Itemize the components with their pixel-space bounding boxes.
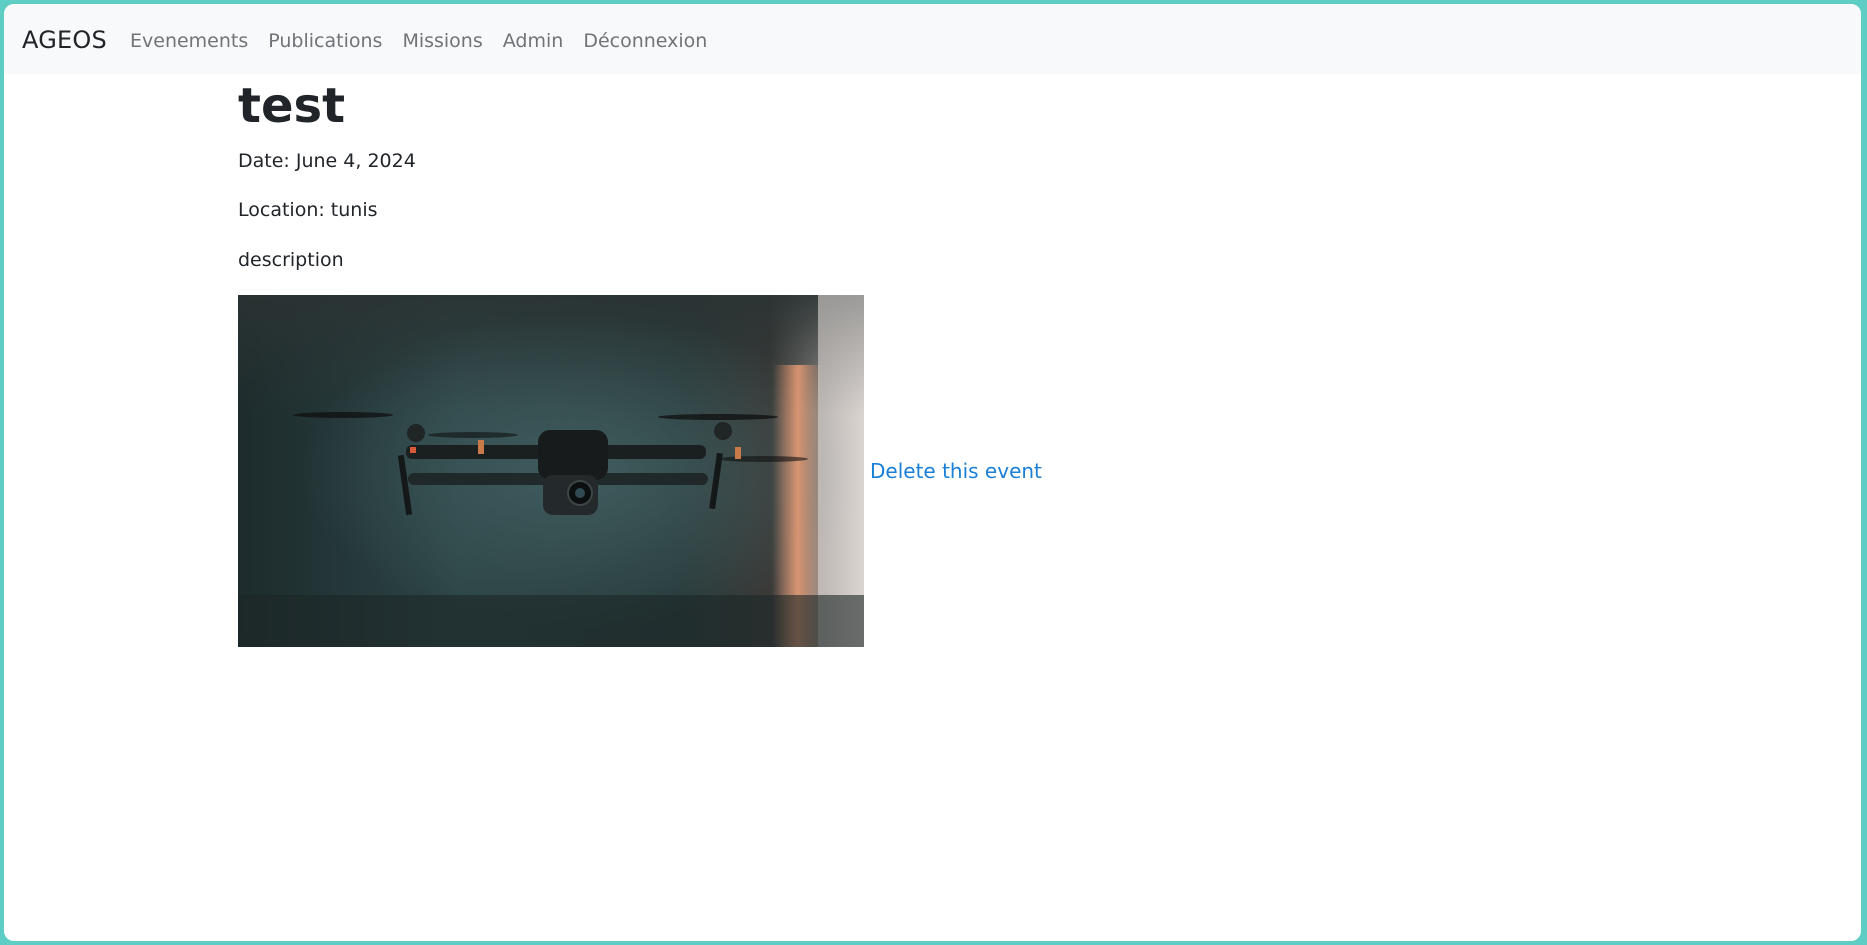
nav-link-admin[interactable]: Admin <box>503 30 564 52</box>
nav-links: Evenements Publications Missions Admin D… <box>130 30 707 52</box>
nav-link-publications[interactable]: Publications <box>268 30 382 52</box>
brand-logo[interactable]: AGEOS <box>22 26 107 54</box>
event-date: Date: June 4, 2024 <box>238 149 416 172</box>
event-description: description <box>238 249 344 272</box>
event-title: test <box>238 78 346 134</box>
event-location: Location: tunis <box>238 199 378 222</box>
event-detail: test Date: June 4, 2024 Location: tunis … <box>238 74 1638 647</box>
nav-link-missions[interactable]: Missions <box>402 30 482 52</box>
navbar: AGEOS Evenements Publications Missions A… <box>4 4 1861 74</box>
nav-link-deconnexion[interactable]: Déconnexion <box>583 30 707 52</box>
delete-event-link[interactable]: Delete this event <box>870 459 1042 483</box>
nav-link-evenements[interactable]: Evenements <box>130 30 248 52</box>
browser-frame: AGEOS Evenements Publications Missions A… <box>4 4 1861 941</box>
event-media-row: Delete this event <box>238 294 1638 647</box>
event-image <box>238 294 864 647</box>
